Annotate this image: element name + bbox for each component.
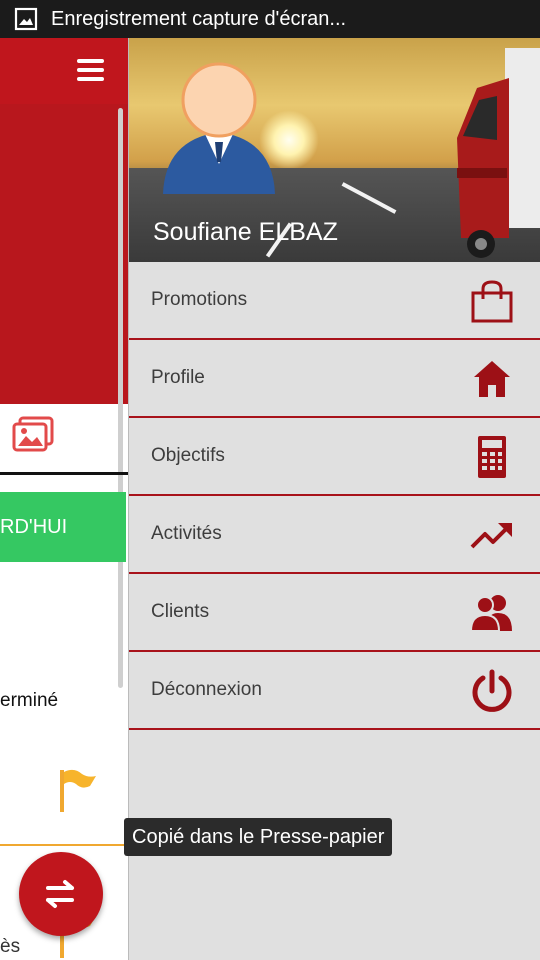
menu-item-label: Déconnexion: [151, 679, 262, 700]
users-icon: [470, 595, 512, 632]
menu-item-profile[interactable]: Profile: [129, 340, 540, 418]
today-button[interactable]: RD'HUI: [0, 492, 126, 562]
scrollbar[interactable]: [118, 108, 123, 688]
divider: [0, 844, 128, 846]
user-name: Soufiane ELBAZ: [153, 218, 338, 246]
status-bar: Enregistrement capture d'écran...: [0, 0, 540, 38]
drawer-menu: Promotions Profile Objectifs Activités C…: [129, 262, 540, 730]
menu-item-label: Clients: [151, 601, 210, 622]
menu-item-promotions[interactable]: Promotions: [129, 262, 540, 340]
task-label-text: ès: [0, 936, 21, 957]
menu-item-objectifs[interactable]: Objectifs: [129, 418, 540, 496]
truck-image: [457, 48, 540, 258]
menu-item-activites[interactable]: Activités: [129, 496, 540, 574]
app-toolbar: [0, 38, 128, 104]
clipboard-toast: Copié dans le Presse-papier: [124, 818, 393, 856]
menu-item-label: Activités: [151, 523, 222, 544]
menu-item-label: Profile: [151, 367, 205, 388]
app-banner: [0, 104, 128, 404]
hamburger-icon[interactable]: [77, 59, 104, 83]
avatar: [163, 62, 275, 194]
trending-up-icon: [470, 523, 512, 549]
image-icon: [14, 7, 38, 31]
gallery-icon[interactable]: [12, 416, 54, 452]
menu-item-deconnexion[interactable]: Déconnexion: [129, 652, 540, 730]
calculator-icon: [478, 436, 506, 478]
background-app: RD'HUI erminé ès: [0, 38, 128, 960]
swap-fab-button[interactable]: [19, 852, 103, 936]
menu-item-label: Objectifs: [151, 445, 225, 466]
swap-arrows-icon: [46, 880, 74, 908]
power-icon: [472, 669, 512, 712]
flag-icon: [60, 769, 96, 812]
home-icon: [474, 361, 510, 397]
task-status-text: erminé: [0, 690, 59, 711]
status-bar-text: Enregistrement capture d'écran...: [51, 7, 347, 30]
menu-item-label: Promotions: [151, 289, 248, 310]
tab-indicator: [0, 472, 128, 475]
drawer-header: Soufiane ELBAZ: [129, 38, 540, 262]
menu-item-clients[interactable]: Clients: [129, 574, 540, 652]
shopping-bag-icon: [471, 280, 513, 323]
